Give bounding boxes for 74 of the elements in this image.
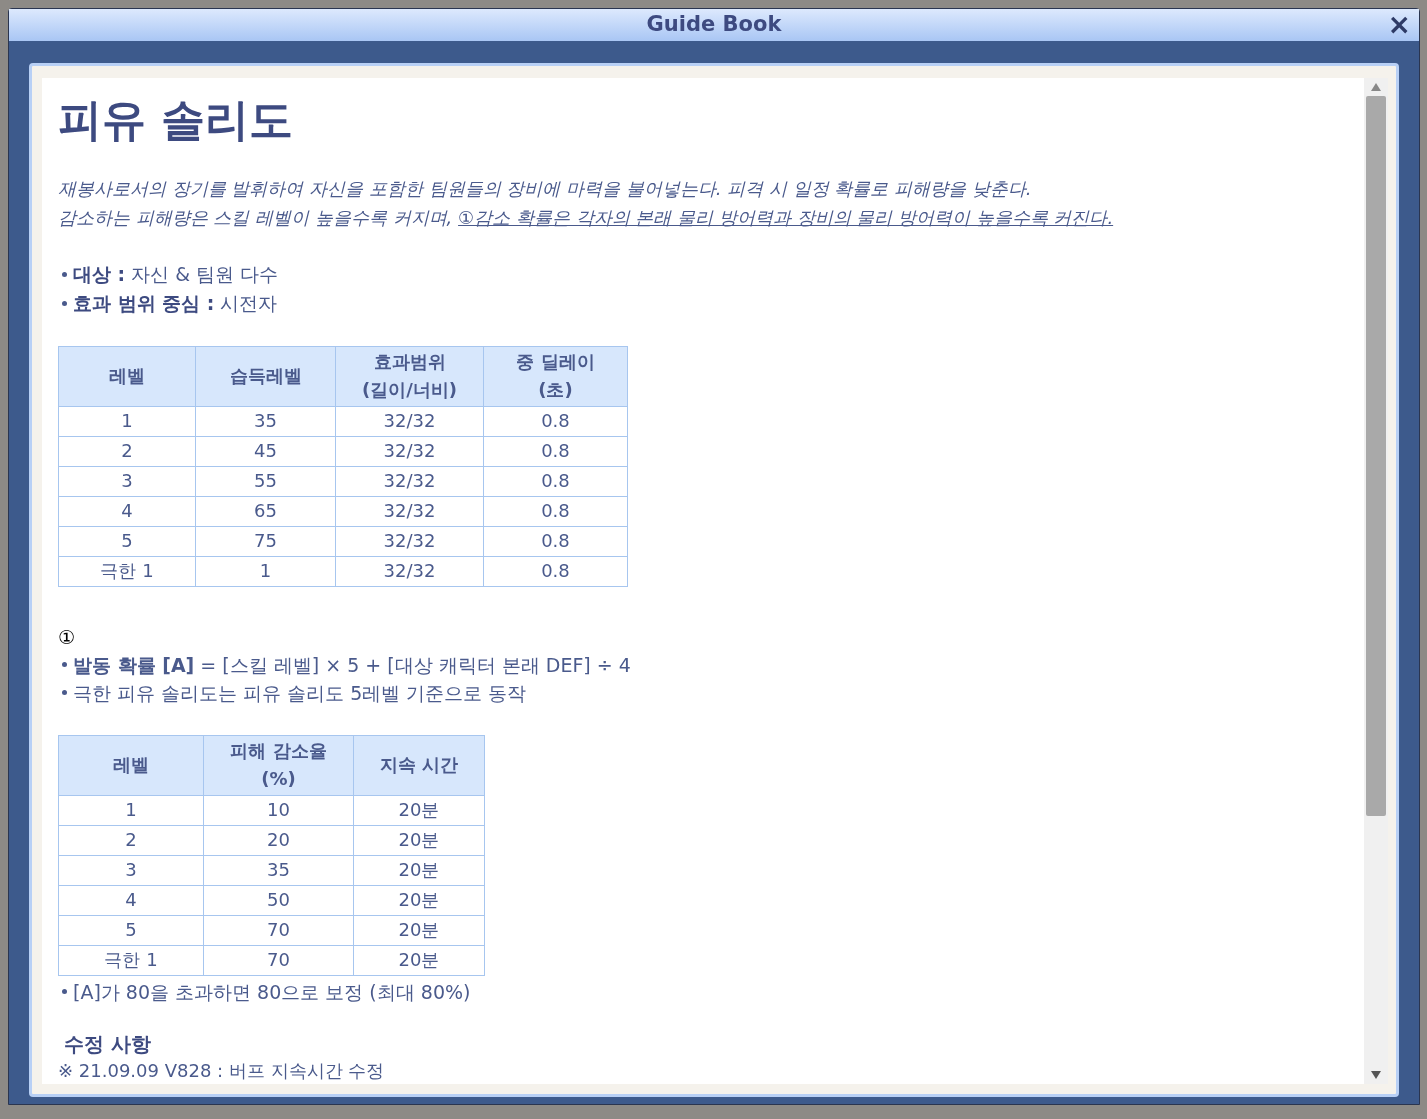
table-note: [A]가 80을 초과하면 80으로 보정 (최대 80%) <box>73 979 471 1005</box>
table-cell: 0.8 <box>483 406 628 436</box>
bullet-icon <box>62 271 67 277</box>
table-cell: 32/32 <box>335 496 484 526</box>
table-cell: 3 <box>58 855 204 885</box>
table-cell: 32/32 <box>335 406 484 436</box>
window-title: Guide Book <box>646 11 782 38</box>
table-cell: 0.8 <box>483 466 628 496</box>
table-cell: 75 <box>195 526 336 556</box>
bullet-icon <box>62 662 67 667</box>
table-cell: 0.8 <box>483 436 628 466</box>
table-cell: 1 <box>58 406 196 436</box>
fact-label: 효과 범위 중심 : <box>73 290 215 316</box>
table-cell: 45 <box>195 436 336 466</box>
table-cell: 극한 1 <box>58 556 196 586</box>
table-cell: 0.8 <box>483 496 628 526</box>
table-cell: 1 <box>195 556 336 586</box>
table-cell: 0.8 <box>483 526 628 556</box>
description-text: 감소하는 피해량은 스킬 레벨이 높을수록 커지며, ①감소 확률은 각자의 본래 물리 방어력과 장비의 물리 방어력이 높을수록 커진다. <box>58 205 1115 230</box>
table-cell: 20분 <box>353 795 485 825</box>
note-mark: ① <box>58 624 77 650</box>
note-text: 극한 피유 솔리도는 피유 솔리도 5레벨 기준으로 동작 <box>73 680 527 706</box>
scroll-down-icon[interactable] <box>1371 1070 1381 1079</box>
table-cell: 50 <box>203 885 354 915</box>
table-cell: 20분 <box>353 825 485 855</box>
table-cell: 10 <box>203 795 354 825</box>
table-cell: 극한 1 <box>58 945 204 975</box>
column-header: 습득레벨 <box>195 346 336 406</box>
table-cell: 70 <box>203 915 354 945</box>
table-cell: 4 <box>58 885 204 915</box>
table-cell: 20분 <box>353 855 485 885</box>
column-header: 지속 시간 <box>353 735 485 795</box>
table-cell: 55 <box>195 466 336 496</box>
description-text: 재봉사로서의 장기를 발휘하여 자신을 포함한 팀원들의 장비에 마력을 불어넣는다. 피격 시 일정 확률로 피해량을 낮춘다. <box>58 176 1033 201</box>
table-cell: 0.8 <box>483 556 628 586</box>
scrollbar[interactable] <box>1364 77 1388 1084</box>
table-cell: 32/32 <box>335 526 484 556</box>
column-header: 중 딜레이 (초) <box>483 346 628 406</box>
column-header: 효과범위 (길이/너비) <box>335 346 484 406</box>
table-cell: 32/32 <box>335 436 484 466</box>
close-button[interactable]: × <box>1387 9 1411 41</box>
column-header: 피해 감소율 (%) <box>203 735 354 795</box>
table-cell: 2 <box>58 825 204 855</box>
section-heading: 수정 사항 <box>64 1030 152 1058</box>
table-cell: 20분 <box>353 885 485 915</box>
table-cell: 3 <box>58 466 196 496</box>
scroll-thumb[interactable] <box>1366 95 1386 816</box>
scroll-up-icon[interactable] <box>1371 82 1381 91</box>
bullet-icon <box>62 690 67 695</box>
note-text: 발동 확률 [A] = [스킬 레벨] × 5 + [대상 캐릭터 본래 DEF] ÷ 4 <box>73 652 631 678</box>
table-cell: 5 <box>58 915 204 945</box>
table-cell: 32/32 <box>335 556 484 586</box>
table-cell: 1 <box>58 795 204 825</box>
table-cell: 20분 <box>353 945 485 975</box>
table-cell: 2 <box>58 436 196 466</box>
table-cell: 20분 <box>353 915 485 945</box>
column-header: 레벨 <box>58 346 196 406</box>
table-cell: 32/32 <box>335 466 484 496</box>
probability-link[interactable]: ①감소 확률은 각자의 본래 물리 방어력과 장비의 물리 방어력이 높을수록 커진다. <box>458 206 1114 228</box>
fact-value: 자신 & 팀원 다수 <box>131 261 279 287</box>
bullet-icon <box>62 989 67 994</box>
table-cell: 35 <box>195 406 336 436</box>
table-cell: 5 <box>58 526 196 556</box>
bullet-icon <box>62 300 67 306</box>
table-cell: 35 <box>203 855 354 885</box>
table-cell: 70 <box>203 945 354 975</box>
fact-label: 대상 : <box>73 261 126 287</box>
table-cell: 20 <box>203 825 354 855</box>
fact-value: 시전자 <box>220 290 278 316</box>
column-header: 레벨 <box>58 735 204 795</box>
change-item: ※ 21.09.09 V828 : 버프 지속시간 수정 <box>58 1058 386 1083</box>
table-cell: 65 <box>195 496 336 526</box>
page-heading: 피유 솔리도 <box>58 93 295 146</box>
table-cell: 4 <box>58 496 196 526</box>
